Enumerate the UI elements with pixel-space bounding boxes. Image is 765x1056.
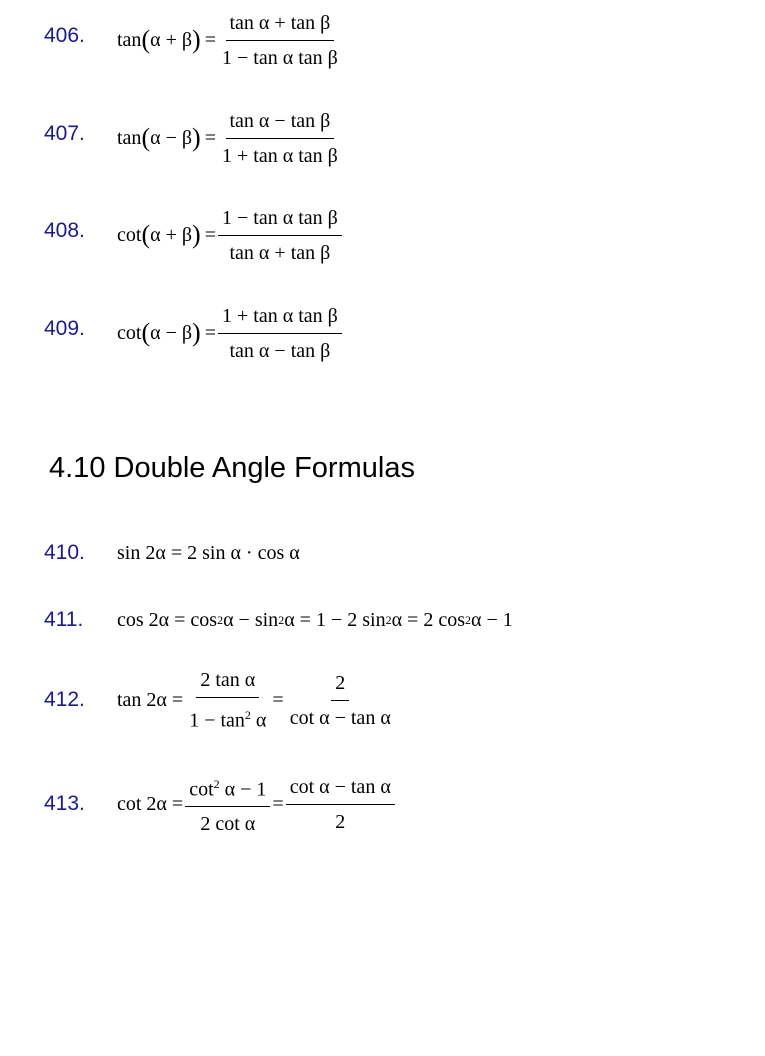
formula-part: α = 2 cos [391, 608, 465, 631]
fraction: 1 + tan α tan β tan α − tan β [218, 301, 342, 366]
argument: α + β [150, 28, 193, 51]
formula-413: cot 2α = cot2 α − 1 2 cot α = cot α − ta… [117, 764, 397, 844]
formula-number: 413. [44, 792, 85, 815]
formula-number: 406. [44, 24, 85, 47]
numerator: cot α − tan α [285, 772, 395, 805]
formula-row-407: 407. tan(α − β) = tan α − tan β 1 + tan … [0, 98, 765, 178]
formula-number: 412. [44, 688, 85, 711]
fraction: 1 − tan α tan β tan α + tan β [218, 203, 342, 268]
equals: = [272, 688, 284, 711]
paren-open: ( [141, 123, 151, 152]
formula-number: 411. [44, 608, 84, 631]
formula-410: sin 2α = 2 sin α · cos α [117, 533, 300, 573]
numerator: tan α + tan β [225, 8, 335, 41]
equals: = [204, 126, 216, 149]
denominator: 1 − tan2 α [189, 707, 267, 732]
formula-row-410: 410. sin 2α = 2 sin α · cos α [0, 533, 765, 573]
argument: α − β [150, 126, 193, 149]
numerator: tan α − tan β [225, 106, 335, 139]
numerator: 2 tan α [196, 665, 260, 698]
formula-row-406: 406. tan(α + β) = tan α + tan β 1 − tan … [0, 0, 765, 80]
formula-part: cos 2α = cos [117, 608, 218, 631]
function-name: tan [117, 28, 142, 51]
paren-close: ) [192, 318, 201, 347]
argument: α + β [150, 223, 193, 246]
denominator: cot α − tan α [289, 706, 391, 729]
denominator: 1 + tan α tan β [222, 144, 338, 167]
equals: = [204, 321, 216, 344]
paren-open: ( [141, 25, 151, 54]
fraction: tan α + tan β 1 − tan α tan β [218, 8, 342, 73]
section-heading: 4.10 Double Angle Formulas [49, 452, 415, 484]
formula-part: α − 1 [471, 608, 513, 631]
formula-part: α = 1 − 2 sin [284, 608, 386, 631]
denominator: 2 cot α [200, 813, 256, 836]
formula-411: cos 2α = cos 2 α − sin 2 α = 1 − 2 sin 2 α … [117, 600, 513, 640]
formula-number: 410. [44, 541, 85, 564]
function-name: cot [117, 321, 142, 344]
equals: = [204, 223, 216, 246]
formula-lhs: tan 2α = [117, 688, 184, 711]
function-name: cot [117, 223, 142, 246]
function-name: tan [117, 126, 142, 149]
formula-408: cot(α + β) = 1 − tan α tan β tan α + tan… [117, 195, 344, 275]
paren-close: ) [192, 25, 201, 54]
equals: = [272, 792, 284, 815]
formula-number: 407. [44, 122, 85, 145]
paren-open: ( [141, 318, 151, 347]
denominator: 1 − tan α tan β [222, 46, 338, 69]
fraction: cot2 α − 1 2 cot α [185, 769, 271, 840]
formula-text: sin 2α = 2 sin α · cos α [117, 541, 300, 564]
paren-open: ( [141, 220, 151, 249]
fraction: 2 tan α 1 − tan2 α [185, 665, 270, 736]
formula-406: tan(α + β) = tan α + tan β 1 − tan α tan… [117, 0, 344, 80]
formula-row-411: 411. cos 2α = cos 2 α − sin 2 α = 1 − 2 si… [0, 600, 765, 640]
equals: = [204, 28, 216, 51]
formula-407: tan(α − β) = tan α − tan β 1 + tan α tan… [117, 98, 344, 178]
formula-row-408: 408. cot(α + β) = 1 − tan α tan β tan α … [0, 195, 765, 275]
formula-part: α − sin [223, 608, 279, 631]
numerator: 1 − tan α tan β [218, 203, 342, 236]
paren-close: ) [192, 123, 201, 152]
denominator: tan α + tan β [229, 241, 331, 264]
paren-close: ) [192, 220, 201, 249]
formula-number: 408. [44, 219, 85, 242]
numerator: cot2 α − 1 [185, 769, 271, 808]
denominator: 2 [335, 810, 346, 833]
formula-row-412: 412. tan 2α = 2 tan α 1 − tan2 α = 2 cot… [0, 660, 765, 740]
formula-row-409: 409. cot(α − β) = 1 + tan α tan β tan α … [0, 293, 765, 373]
argument: α − β [150, 321, 193, 344]
numerator: 1 + tan α tan β [218, 301, 342, 334]
fraction: tan α − tan β 1 + tan α tan β [218, 106, 342, 171]
fraction: 2 cot α − tan α [286, 668, 395, 733]
formula-409: cot(α − β) = 1 + tan α tan β tan α − tan… [117, 293, 344, 373]
formula-lhs: cot 2α = [117, 792, 184, 815]
formula-number: 409. [44, 317, 85, 340]
numerator: 2 [331, 668, 350, 701]
denominator: tan α − tan β [229, 339, 331, 362]
formula-412: tan 2α = 2 tan α 1 − tan2 α = 2 cot α − … [117, 660, 397, 740]
formula-row-413: 413. cot 2α = cot2 α − 1 2 cot α = cot α… [0, 764, 765, 844]
fraction: cot α − tan α 2 [285, 772, 395, 837]
